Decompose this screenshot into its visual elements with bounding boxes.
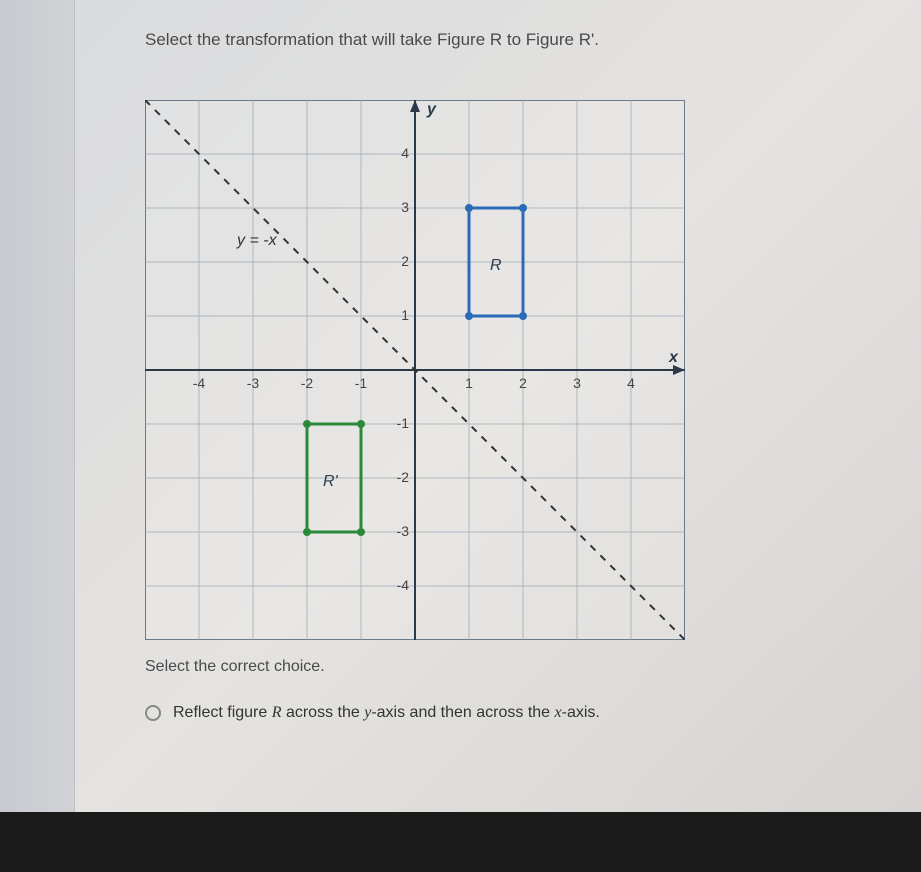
svg-text:-1: -1 <box>397 415 410 431</box>
x-arrow <box>673 365 685 375</box>
svg-text:3: 3 <box>573 375 581 391</box>
coordinate-graph: y x y = -x R R' -4 -3 -2 -1 1 2 3 4 1 2 <box>145 100 685 640</box>
svg-text:4: 4 <box>627 375 635 391</box>
svg-text:-4: -4 <box>193 375 206 391</box>
bottom-bar <box>0 812 921 872</box>
choice-option-1[interactable]: Reflect figure R across the y-axis and t… <box>145 704 871 722</box>
svg-text:-3: -3 <box>247 375 260 391</box>
svg-text:-2: -2 <box>301 375 314 391</box>
svg-text:-1: -1 <box>355 375 368 391</box>
content-area: Select the transformation that will take… <box>75 0 921 812</box>
svg-text:2: 2 <box>519 375 527 391</box>
y-arrow <box>410 100 420 112</box>
y-ticks-pos: 1 2 3 4 <box>401 145 409 323</box>
question-text: Select the transformation that will take… <box>145 30 871 50</box>
svg-text:3: 3 <box>401 199 409 215</box>
y-axis-label: y <box>426 101 437 118</box>
choice-prompt: Select the correct choice. <box>145 658 871 676</box>
line-label: y = -x <box>236 232 278 249</box>
radio-icon[interactable] <box>145 705 161 721</box>
svg-text:1: 1 <box>401 307 409 323</box>
figure-r-label: R <box>490 257 502 274</box>
x-ticks: -4 -3 -2 -1 1 2 3 4 <box>193 375 635 391</box>
svg-text:-3: -3 <box>397 523 410 539</box>
svg-text:-4: -4 <box>397 577 410 593</box>
svg-text:2: 2 <box>401 253 409 269</box>
svg-text:4: 4 <box>401 145 409 161</box>
x-axis-label: x <box>668 349 679 366</box>
graph-svg: y x y = -x R R' -4 -3 -2 -1 1 2 3 4 1 2 <box>145 100 685 640</box>
y-ticks-neg: -1 -2 -3 -4 <box>397 415 410 593</box>
sidebar-edge <box>0 0 75 872</box>
choice-text: Reflect figure R across the y-axis and t… <box>173 704 600 722</box>
svg-text:1: 1 <box>465 375 473 391</box>
svg-text:-2: -2 <box>397 469 410 485</box>
figure-r-prime-label: R' <box>323 473 339 490</box>
